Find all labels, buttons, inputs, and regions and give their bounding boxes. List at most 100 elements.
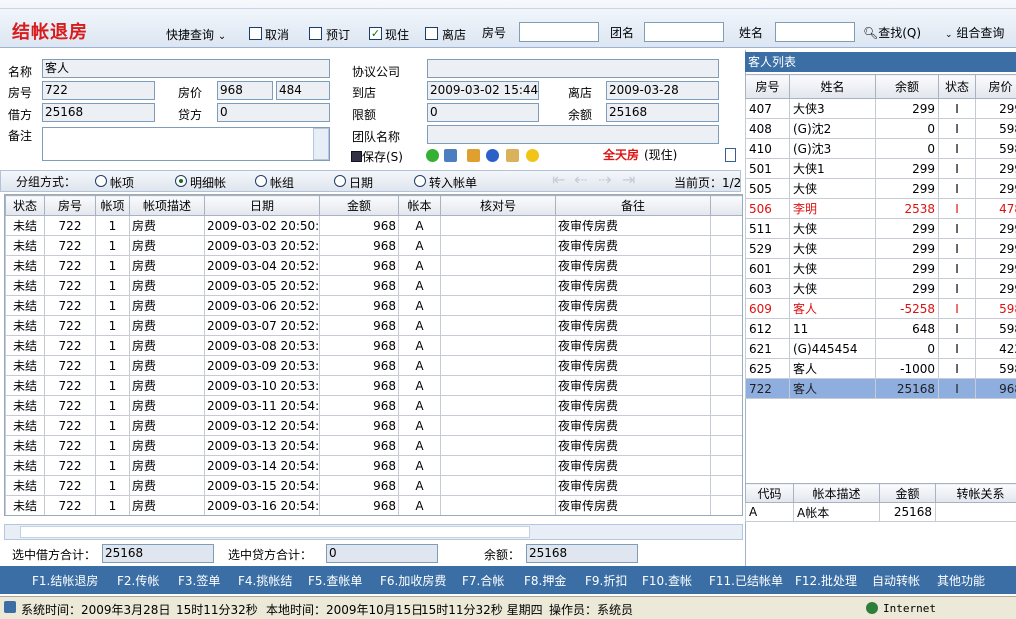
fkey-auto-transfer[interactable]: 自动转帐 [872,572,920,589]
guest-row[interactable]: 625客人-1000I598 [745,358,1016,379]
table-row[interactable]: 未结7221房费2009-03-11 20:54:02968A 夜审传房费 [5,395,742,416]
reserve-checkbox[interactable] [309,27,322,40]
guest-row[interactable]: 722客人25168I968 [745,378,1016,399]
package-icon[interactable] [506,149,519,162]
guest-row[interactable]: 501大侠1299I299 [745,158,1016,179]
fkey-bill[interactable]: F5.查帐单 [308,572,362,589]
combo-query-button[interactable]: ⌄ 组合查询 [945,24,1004,41]
col-book[interactable]: 帐本 [398,195,441,216]
name-search-input[interactable] [775,22,855,42]
ledger-col-relation[interactable]: 转帐关系 [935,483,1016,503]
table-row[interactable]: 未结7221房费2009-03-04 20:52:16968A 夜审传房费 [5,255,742,276]
guest-row[interactable]: 609客人-5258I598 [745,298,1016,319]
guest-row[interactable]: 511大侠299I299 [745,218,1016,239]
limit-field[interactable]: 0 [427,103,539,122]
col-amount[interactable]: 金额 [319,195,399,216]
ledger-col-desc[interactable]: 帐本描述 [793,483,880,503]
document-icon[interactable] [725,148,736,162]
group-radio-group[interactable] [255,175,267,187]
table-row[interactable]: 未结7221房费2009-03-12 20:54:11968A 夜审传房费 [5,415,742,436]
credit-field[interactable]: 0 [217,103,330,122]
table-row[interactable]: 未结7221房费2009-03-03 20:52:05968A 夜审传房费 [5,235,742,256]
ledger-row[interactable]: A A帐本 25168 [745,502,1016,522]
guest-row[interactable]: 61211648I598 [745,318,1016,339]
col-item[interactable]: 帐项 [95,195,130,216]
page-next-icon[interactable]: ⇢ [598,170,611,189]
guest-row[interactable]: 410(G)沈30I598 [745,138,1016,159]
fkey-pick-settle[interactable]: F4.挑帐结 [238,572,292,589]
fkey-check-account[interactable]: F10.查帐 [642,572,692,589]
group-radio-item[interactable] [95,175,107,187]
ledger-col-amount[interactable]: 金额 [879,483,936,503]
guest-row[interactable]: 407大侠3299I299 [745,98,1016,119]
ledger-col-code[interactable]: 代码 [745,483,794,503]
balance-field[interactable]: 25168 [606,103,719,122]
group-name-input[interactable] [644,22,724,42]
guest-row[interactable]: 601大侠299I299 [745,258,1016,279]
col-status[interactable]: 状态 [5,195,45,216]
table-row[interactable]: 未结7221房费2009-03-15 20:54:43968A 夜审传房费 [5,475,742,496]
guest-row[interactable]: 621(G)4454540I422 [745,338,1016,359]
guest-row[interactable]: 529大侠299I299 [745,238,1016,259]
guest-col-status[interactable]: 状态 [938,74,976,99]
group-radio-date[interactable] [334,175,346,187]
table-row[interactable]: 未结7221房费2009-03-07 20:52:50968A 夜审传房费 [5,315,742,336]
page-first-icon[interactable]: ⇤ [552,170,565,189]
find-button[interactable]: 🔍︎查找(Q) [863,24,921,41]
table-row[interactable]: 未结7221房费2009-03-09 20:53:44968A 夜审传房费 [5,355,742,376]
guest-col-balance[interactable]: 余额 [875,74,939,99]
table-row[interactable]: 未结7221房费2009-03-16 20:54:53968A 夜审传房费 [5,495,742,515]
guest-row[interactable]: 505大侠299I299 [745,178,1016,199]
room-no-input[interactable] [519,22,599,42]
confirm-icon[interactable] [426,149,439,162]
table-row[interactable]: 未结7221房费2009-03-05 20:52:29968A 夜审传房费 [5,275,742,296]
price-half-field[interactable]: 484 [276,81,330,100]
guest-row[interactable]: 506李明2538I478 [745,198,1016,219]
col-check[interactable]: 核对号 [440,195,556,216]
guest-row[interactable]: 408(G)沈20I598 [745,118,1016,139]
debit-field[interactable]: 25168 [42,103,155,122]
remark-scrollbar[interactable] [313,128,329,160]
guest-col-room[interactable]: 房号 [745,74,790,99]
room-field[interactable]: 722 [42,81,155,100]
fkey-batch[interactable]: F12.批处理 [795,572,857,589]
fkey-checkout[interactable]: F1.结帐退房 [32,572,98,589]
depart-field[interactable]: 2009-03-28 [606,81,719,100]
arrive-field[interactable]: 2009-03-02 15:44:38 [427,81,539,100]
guest-col-name[interactable]: 姓名 [789,74,876,99]
fkey-sign[interactable]: F3.签单 [178,572,220,589]
page-last-icon[interactable]: ⇥ [622,170,635,189]
transfer-icon[interactable] [444,149,457,162]
left-hotel-checkbox[interactable] [425,27,438,40]
team-field[interactable] [427,125,719,144]
col-date[interactable]: 日期 [204,195,320,216]
save-button[interactable]: 保存(S) [351,148,403,165]
col-remark[interactable]: 备往 [555,195,711,216]
fkey-merge[interactable]: F7.合帐 [462,572,504,589]
name-field[interactable]: 客人 [42,59,330,78]
fkey-other[interactable]: 其他功能 [937,572,985,589]
guest-row[interactable]: 603大侠299I299 [745,278,1016,299]
col-room[interactable]: 房号 [44,195,96,216]
group-radio-transfer[interactable] [414,175,426,187]
quick-query-button[interactable]: 快捷查询 ⌄ [166,26,226,43]
table-row[interactable]: 未结7221房费2009-03-13 20:54:25968A 夜审传房费 [5,435,742,456]
smiley-icon[interactable] [526,149,539,162]
group-radio-detail[interactable] [175,175,187,187]
fkey-extra-charge[interactable]: F6.加收房费 [380,572,446,589]
table-row[interactable]: 未结7221房费2009-03-02 20:50:21968A 夜审传房费 [5,215,742,236]
page-prev-icon[interactable]: ⇠ [574,170,587,189]
fkey-post[interactable]: F2.传帐 [117,572,159,589]
table-row[interactable]: 未结7221房费2009-03-08 20:53:36968A 夜审传房费 [5,335,742,356]
info-icon[interactable] [486,149,499,162]
agreement-field[interactable] [427,59,719,78]
current-checkbox[interactable]: ✓ [369,27,382,40]
table-row[interactable]: 未结7221房费2009-03-14 20:54:33968A 夜审传房费 [5,455,742,476]
calculator-icon[interactable] [467,149,480,162]
cancel-checkbox[interactable] [249,27,262,40]
price-field[interactable]: 968 [217,81,273,100]
fkey-deposit[interactable]: F8.押金 [524,572,566,589]
table-row[interactable]: 未结7221房费2009-03-10 20:53:53968A 夜审传房费 [5,375,742,396]
grid-hscroll-thumb[interactable] [20,526,530,538]
fkey-discount[interactable]: F9.折扣 [585,572,627,589]
